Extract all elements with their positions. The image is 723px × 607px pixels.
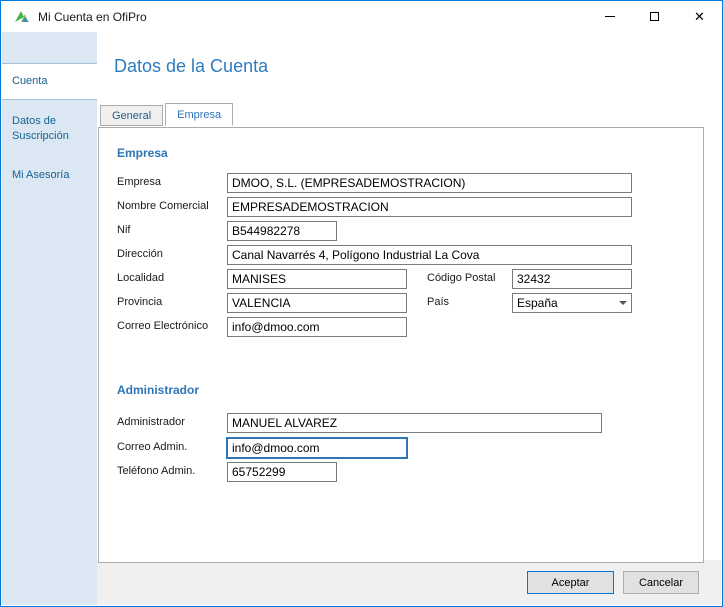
footer: Aceptar Cancelar	[97, 560, 721, 605]
close-button[interactable]: ✕	[677, 1, 722, 32]
telefono-admin-label: Teléfono Admin.	[117, 465, 196, 477]
dialog-window: Mi Cuenta en OfiPro ✕ Cuenta Datos de Su…	[0, 0, 723, 607]
telefono-admin-input[interactable]	[227, 462, 337, 482]
provincia-label: Provincia	[117, 296, 163, 308]
tab-empresa[interactable]: Empresa	[165, 103, 234, 126]
main-area: Datos de la Cuenta General Empresa Empre…	[97, 32, 721, 605]
direccion-label: Dirección	[117, 248, 163, 260]
administrador-input[interactable]	[227, 413, 602, 433]
sidebar-item-cuenta[interactable]: Cuenta	[2, 63, 97, 100]
nif-input[interactable]	[227, 221, 337, 241]
pais-label: País	[427, 296, 450, 308]
sidebar: Cuenta Datos de Suscripción Mi Asesoría	[2, 32, 97, 605]
maximize-icon	[650, 12, 659, 21]
empresa-label: Empresa	[117, 176, 162, 188]
localidad-label: Localidad	[117, 272, 165, 284]
tab-general[interactable]: General	[100, 105, 164, 126]
codigo-postal-label: Código Postal	[427, 272, 496, 284]
sidebar-item-label: Datos de Suscripción	[12, 114, 69, 142]
sidebar-item-mi-asesoria[interactable]: Mi Asesoría	[2, 158, 97, 193]
minimize-button[interactable]	[587, 1, 632, 32]
sidebar-item-label: Mi Asesoría	[12, 168, 70, 181]
provincia-input[interactable]	[227, 293, 407, 313]
tabstrip: General Empresa	[100, 103, 234, 126]
administrador-section-title: Administrador	[117, 383, 200, 397]
pais-select[interactable]: España	[512, 293, 632, 313]
nif-label: Nif	[117, 224, 131, 236]
page-title: Datos de la Cuenta	[114, 56, 269, 76]
codigo-postal-input[interactable]	[512, 269, 632, 289]
empresa-input[interactable]	[227, 173, 632, 193]
correo-input[interactable]	[227, 317, 407, 337]
nombre-comercial-label: Nombre Comercial	[117, 200, 209, 212]
cancel-button[interactable]: Cancelar	[623, 571, 699, 594]
titlebar: Mi Cuenta en OfiPro ✕	[1, 1, 722, 32]
administrador-label: Administrador	[117, 416, 185, 428]
nombre-comercial-input[interactable]	[227, 197, 632, 217]
window-title: Mi Cuenta en OfiPro	[38, 9, 147, 24]
pais-selected-value: España	[517, 296, 558, 310]
correo-admin-label: Correo Admin.	[117, 441, 188, 453]
app-icon	[15, 11, 29, 22]
correo-admin-input[interactable]	[227, 438, 407, 458]
empresa-section-title: Empresa	[117, 146, 168, 160]
empresa-tab-panel: Empresa Empresa Nombre Comercial Nif Dir…	[98, 127, 704, 563]
direccion-input[interactable]	[227, 245, 632, 265]
accept-button[interactable]: Aceptar	[527, 571, 614, 594]
sidebar-item-label: Cuenta	[12, 75, 48, 87]
localidad-input[interactable]	[227, 269, 407, 289]
close-icon: ✕	[694, 9, 705, 24]
sidebar-item-datos-suscripcion[interactable]: Datos de Suscripción	[2, 104, 97, 154]
minimize-icon	[604, 16, 615, 17]
correo-label: Correo Electrónico	[117, 320, 209, 332]
titlebar-controls: ✕	[587, 1, 722, 32]
chevron-down-icon	[615, 294, 631, 312]
maximize-button[interactable]	[632, 1, 677, 32]
